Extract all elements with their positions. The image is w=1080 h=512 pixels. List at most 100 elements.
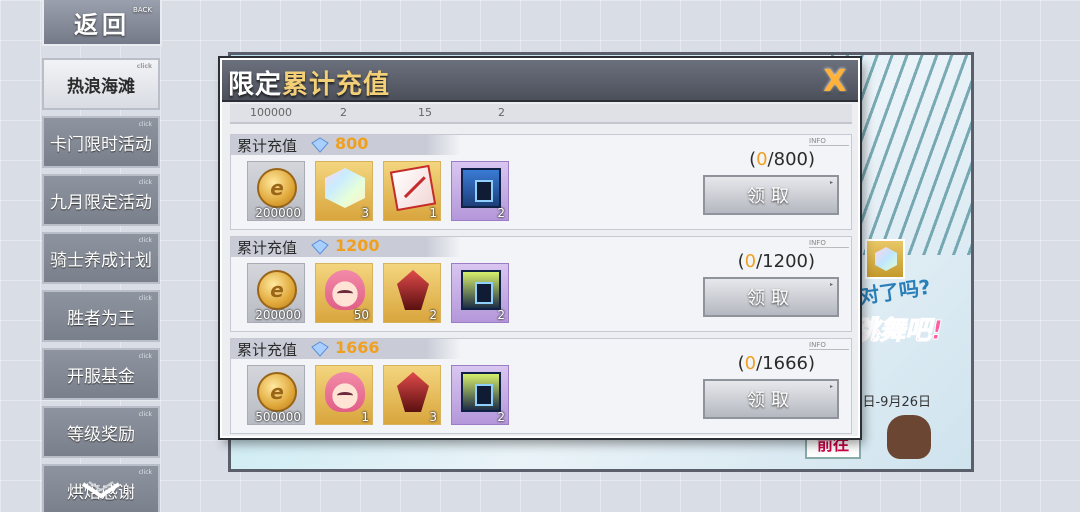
gold-coin-icon: e (257, 372, 297, 412)
close-button[interactable]: X (818, 64, 852, 99)
back-label: 返回 (74, 10, 130, 39)
progress-target: /1200 (756, 251, 808, 272)
sidebar-item-label: 九月限定活动 (50, 192, 152, 213)
reward-item[interactable]: 2 (451, 263, 509, 323)
reward-item[interactable]: 3 (383, 365, 441, 425)
dialog-title-prefix: 限定 (228, 70, 283, 100)
gold-coin-icon: e (257, 168, 297, 208)
dialog-title: 限定累计充值 (228, 64, 390, 101)
diamond-icon (311, 137, 329, 153)
tier-label: 累计充值 (237, 341, 298, 359)
doll-icon (887, 415, 931, 459)
prism-crystal-icon (325, 168, 365, 208)
reward-qty: 3 (361, 206, 369, 220)
reward-tier: 累计充值 1666 INFO (0/1666) e 500000 1 3 2 ▸… (230, 338, 852, 434)
tier-amount: 1666 (335, 338, 380, 357)
nav-tag: click (138, 295, 152, 302)
reward-qty: 2 (497, 410, 505, 424)
reward-qty: 50 (353, 308, 369, 322)
tier-progress: (0/1666) (737, 353, 815, 374)
sidebar-item-carmen-event[interactable]: click 卡门限时活动 (42, 116, 160, 168)
reward-items: e 200000 3 1 2 (247, 161, 509, 221)
tier-label: 累计充值 (237, 137, 298, 155)
reward-item[interactable]: e 500000 (247, 365, 305, 425)
reward-item[interactable]: 2 (383, 263, 441, 323)
nav-tag: click (138, 353, 152, 360)
sidebar-item-hot-beach[interactable]: click 热浪海滩 (42, 58, 160, 110)
progress-target: /1666 (756, 353, 808, 374)
reward-qty: 2 (429, 308, 437, 322)
reward-qty: 2 (497, 308, 505, 322)
sidebar-nav: click 热浪海滩 click 卡门限时活动 click 九月限定活动 cli… (42, 58, 160, 512)
nav-tag: click (138, 121, 152, 128)
red-crystal-icon (397, 372, 429, 412)
info-tag: INFO (809, 239, 849, 248)
claim-button[interactable]: ▸ 领取 (703, 277, 839, 317)
reward-item[interactable]: 2 (451, 161, 509, 221)
reward-tier: 累计充值 800 INFO (0/800) e 200000 3 1 2 ▸ 领… (230, 134, 852, 230)
prev-value: 2 (340, 106, 347, 119)
nav-tag: click (138, 179, 152, 186)
sidebar-item-winner[interactable]: click 胜者为王 (42, 290, 160, 342)
claim-button[interactable]: ▸ 领取 (703, 175, 839, 215)
sidebar-item-label: 卡门限时活动 (50, 134, 152, 155)
back-sub-label: BACK (133, 6, 152, 14)
tier-label: 累计充值 (237, 239, 298, 257)
reward-item[interactable]: 2 (451, 365, 509, 425)
nav-tag: click (138, 469, 152, 476)
banner-text-b: 跳舞吧! (853, 316, 944, 347)
reward-items: e 200000 50 2 2 (247, 263, 509, 323)
reward-qty: 1 (361, 410, 369, 424)
mystery-box-icon (461, 372, 501, 412)
reward-qty: 1 (429, 206, 437, 220)
sidebar-item-label: 热浪海滩 (67, 76, 135, 97)
reward-qty: 3 (429, 410, 437, 424)
previous-tier-partial: 100000 2 15 2 (230, 104, 852, 124)
reward-tier-list[interactable]: 100000 2 15 2 累计充值 800 INFO (0/800) e 20… (230, 104, 852, 434)
red-crystal-icon (397, 270, 429, 310)
reward-item[interactable]: 1 (383, 161, 441, 221)
cumulative-recharge-dialog: 限定累计充值 X 100000 2 15 2 累计充值 800 INFO (0/… (220, 58, 860, 438)
gold-coin-icon: e (257, 270, 297, 310)
sidebar-item-knight-plan[interactable]: click 骑士养成计划 (42, 232, 160, 284)
progress-target: /800 (767, 149, 808, 170)
red-card-icon (389, 164, 437, 212)
sidebar-item-level-reward[interactable]: click 等级奖励 (42, 406, 160, 458)
sidebar-item-label: 骑士养成计划 (50, 250, 152, 271)
banner-date: 日-9月26日 (862, 395, 931, 410)
scroll-down-icon[interactable] (78, 478, 124, 504)
sidebar-item-server-fund[interactable]: click 开服基金 (42, 348, 160, 400)
reward-item[interactable]: e 200000 (247, 161, 305, 221)
claim-label: 领取 (747, 186, 795, 207)
mystery-box-icon (461, 270, 501, 310)
progress-current: 0 (756, 149, 768, 170)
character-portrait-icon (325, 372, 365, 412)
reward-item[interactable]: 1 (315, 365, 373, 425)
sidebar-item-label: 胜者为王 (67, 308, 135, 329)
reward-qty: 500000 (255, 410, 301, 424)
claim-label: 领取 (747, 288, 795, 309)
diamond-icon (311, 239, 329, 255)
dialog-title-main: 累计充值 (282, 70, 391, 100)
back-button[interactable]: 返回 BACK (42, 0, 162, 46)
reward-item[interactable]: e 200000 (247, 263, 305, 323)
info-tag: INFO (809, 137, 849, 146)
button-tag: ▸ (829, 383, 833, 390)
sidebar-item-label: 等级奖励 (67, 424, 135, 445)
claim-button[interactable]: ▸ 领取 (703, 379, 839, 419)
sidebar-item-september-event[interactable]: click 九月限定活动 (42, 174, 160, 226)
diamond-icon (311, 341, 329, 357)
tier-progress: (0/800) (749, 149, 815, 170)
prev-value: 100000 (250, 106, 292, 119)
nav-tag: click (136, 63, 152, 70)
button-tag: ▸ (829, 179, 833, 186)
tier-amount: 1200 (335, 236, 380, 255)
nav-tag: click (138, 237, 152, 244)
tier-progress: (0/1200) (737, 251, 815, 272)
reward-item[interactable]: 50 (315, 263, 373, 323)
reward-item[interactable]: 3 (315, 161, 373, 221)
prism-crystal-icon (865, 239, 905, 279)
reward-tier: 累计充值 1200 INFO (0/1200) e 200000 50 2 2 … (230, 236, 852, 332)
progress-current: 0 (744, 353, 757, 374)
prev-value: 2 (498, 106, 505, 119)
